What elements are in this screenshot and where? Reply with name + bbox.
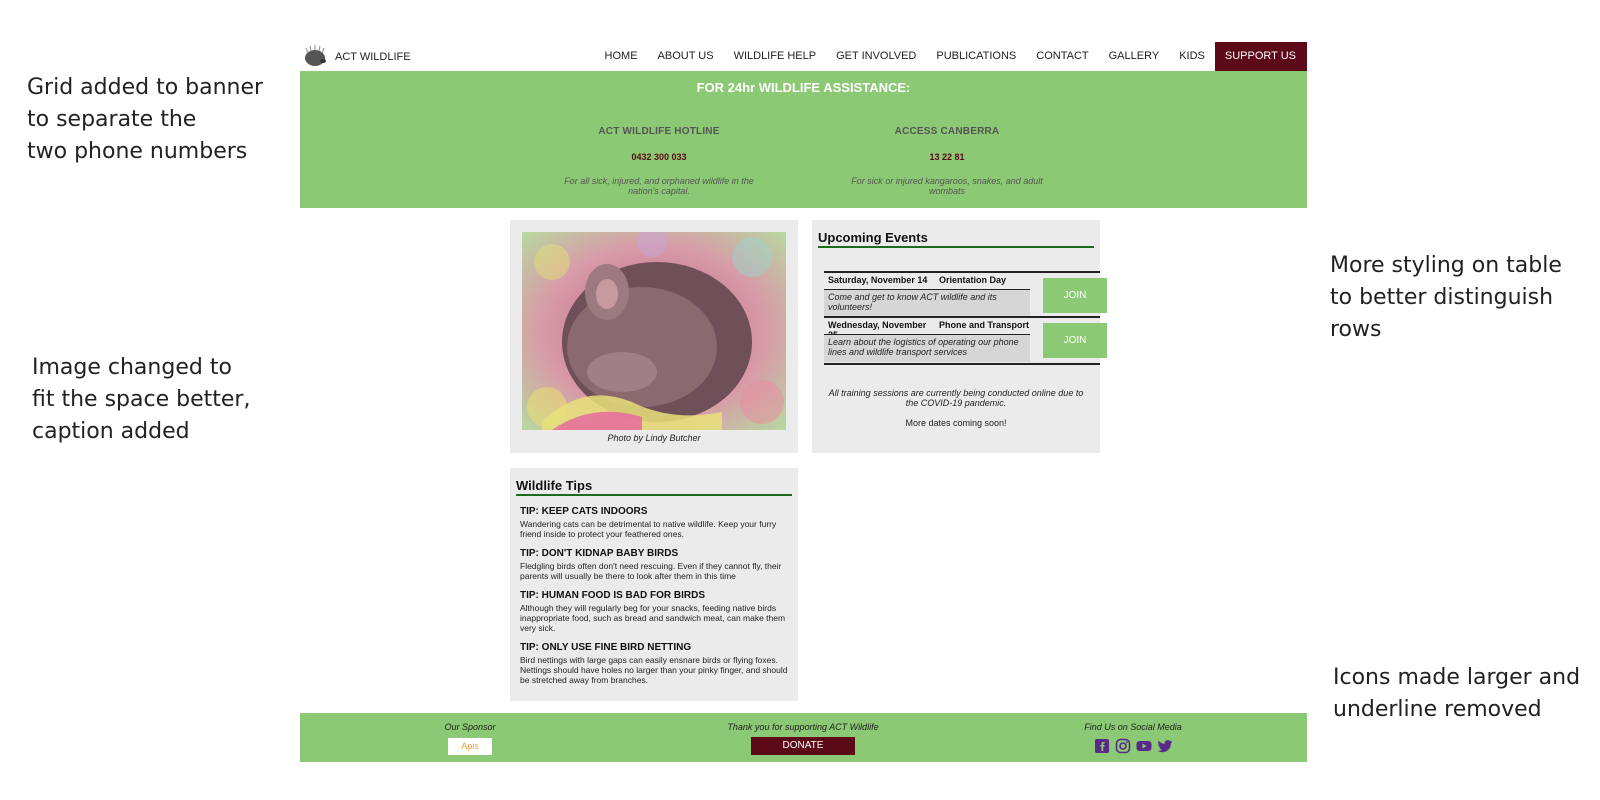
event-date: Saturday, November 14 <box>828 275 928 285</box>
hotline-access-canberra: ACCESS CANBERRA 13 22 81 For sick or inj… <box>842 126 1052 196</box>
tip-text: Although they will regularly beg for you… <box>520 603 786 633</box>
tip-item: TIP: ONLY USE FINE BIRD NETTING Bird net… <box>520 642 794 685</box>
event-row: Wednesday, November 25 Phone and Transpo… <box>824 316 1107 362</box>
nav-publications[interactable]: PUBLICATIONS <box>926 42 1026 71</box>
events-title: Upcoming Events <box>818 230 928 245</box>
twitter-icon[interactable] <box>1157 738 1173 754</box>
table-bottom-border <box>824 363 1100 365</box>
social-icons <box>1003 738 1263 754</box>
photo-card: Photo by Lindy Butcher <box>510 220 798 453</box>
tip-title: TIP: KEEP CATS INDOORS <box>520 506 648 517</box>
title-divider <box>516 494 792 496</box>
join-button[interactable]: JOIN <box>1043 323 1107 358</box>
tip-item: TIP: HUMAN FOOD IS BAD FOR BIRDS Althoug… <box>520 590 794 633</box>
footer-thanks: Thank you for supporting ACT Wildlife DO… <box>673 722 933 755</box>
photo-caption: Photo by Lindy Butcher <box>607 433 701 443</box>
nav-wildlife-help[interactable]: WILDLIFE HELP <box>724 42 827 71</box>
tips-title: Wildlife Tips <box>516 478 593 493</box>
sponsor-label: Our Sponsor <box>444 722 496 732</box>
nav-about-us[interactable]: ABOUT US <box>648 42 724 71</box>
title-divider <box>818 246 1094 248</box>
donate-button[interactable]: DONATE <box>751 737 855 755</box>
top-navigation: ACT WILDLIFE HOME ABOUT US WILDLIFE HELP… <box>300 42 1307 71</box>
tip-title: TIP: DON'T KIDNAP BABY BIRDS <box>520 548 679 559</box>
hotline-number[interactable]: 0432 300 033 <box>554 152 764 162</box>
support-us-button[interactable]: SUPPORT US <box>1214 42 1307 71</box>
hotline-number[interactable]: 13 22 81 <box>842 152 1052 162</box>
assistance-banner: FOR 24hr WILDLIFE ASSISTANCE: ACT WILDLI… <box>300 71 1307 208</box>
baby-wombat-photo <box>522 232 786 430</box>
youtube-icon[interactable] <box>1136 738 1152 754</box>
annotation-icons-note: Icons made larger and underline removed <box>1333 665 1581 722</box>
nav-contact[interactable]: CONTACT <box>1026 42 1098 71</box>
hotline-description: For all sick, injured, and orphaned wild… <box>564 176 754 196</box>
event-description: Learn about the logistics of operating o… <box>824 334 1030 362</box>
nav-home[interactable]: HOME <box>595 42 648 71</box>
main-menu: HOME ABOUT US WILDLIFE HELP GET INVOLVED… <box>595 42 1307 71</box>
annotation-grid-note: Grid added to banner to separate the two… <box>27 75 264 164</box>
tip-item: TIP: KEEP CATS INDOORS Wandering cats ca… <box>520 506 794 539</box>
events-table: Saturday, November 14 Orientation Day Co… <box>824 271 1107 362</box>
facebook-icon[interactable] <box>1094 738 1110 754</box>
instagram-icon[interactable] <box>1115 738 1131 754</box>
events-coming-soon: More dates coming soon! <box>905 418 1007 428</box>
annotation-table-note: More styling on table to better distingu… <box>1330 253 1562 342</box>
nav-kids[interactable]: KIDS <box>1169 42 1215 71</box>
hotline-name: ACT WILDLIFE HOTLINE <box>598 126 720 137</box>
footer-sponsor: Our Sponsor Apis <box>340 722 600 755</box>
brand-name[interactable]: ACT WILDLIFE <box>335 51 411 63</box>
event-name: Phone and Transport <box>939 320 1030 330</box>
tip-item: TIP: DON'T KIDNAP BABY BIRDS Fledgling b… <box>520 548 794 581</box>
footer-social: Find Us on Social Media <box>1003 722 1263 754</box>
hotline-description: For sick or injured kangaroos, snakes, a… <box>851 176 1043 196</box>
wildlife-tips-card: Wildlife Tips TIP: KEEP CATS INDOORS Wan… <box>510 468 798 701</box>
event-name: Orientation Day <box>939 275 1007 285</box>
tip-text: Fledgling birds often don't need rescuin… <box>520 561 782 581</box>
tip-text: Bird nettings with large gaps can easily… <box>520 655 788 685</box>
event-row: Saturday, November 14 Orientation Day Co… <box>824 271 1107 317</box>
website-mockup: ACT WILDLIFE HOME ABOUT US WILDLIFE HELP… <box>300 42 1307 762</box>
nav-get-involved[interactable]: GET INVOLVED <box>826 42 926 71</box>
hotline-act-wildlife: ACT WILDLIFE HOTLINE 0432 300 033 For al… <box>554 126 764 196</box>
event-description: Come and get to know ACT wildlife and it… <box>824 289 1030 317</box>
tips-list: TIP: KEEP CATS INDOORS Wandering cats ca… <box>520 506 794 694</box>
join-button[interactable]: JOIN <box>1043 278 1107 313</box>
tip-text: Wandering cats can be detrimental to nat… <box>520 519 777 539</box>
tip-title: TIP: HUMAN FOOD IS BAD FOR BIRDS <box>520 590 705 601</box>
echidna-logo-icon[interactable] <box>303 45 327 67</box>
hotline-name: ACCESS CANBERRA <box>894 126 1000 137</box>
social-label: Find Us on Social Media <box>1084 722 1182 732</box>
site-footer: Our Sponsor Apis Thank you for supportin… <box>300 713 1307 762</box>
sponsor-logo[interactable]: Apis <box>448 738 492 755</box>
tip-title: TIP: ONLY USE FINE BIRD NETTING <box>520 642 692 653</box>
thanks-label: Thank you for supporting ACT Wildlife <box>727 722 879 732</box>
annotation-image-note: Image changed to fit the space better, c… <box>32 355 251 444</box>
events-card: Upcoming Events Saturday, November 14 Or… <box>812 220 1107 453</box>
nav-gallery[interactable]: GALLERY <box>1099 42 1170 71</box>
events-note: All training sessions are currently bein… <box>828 388 1084 408</box>
banner-title: FOR 24hr WILDLIFE ASSISTANCE: <box>696 80 911 95</box>
